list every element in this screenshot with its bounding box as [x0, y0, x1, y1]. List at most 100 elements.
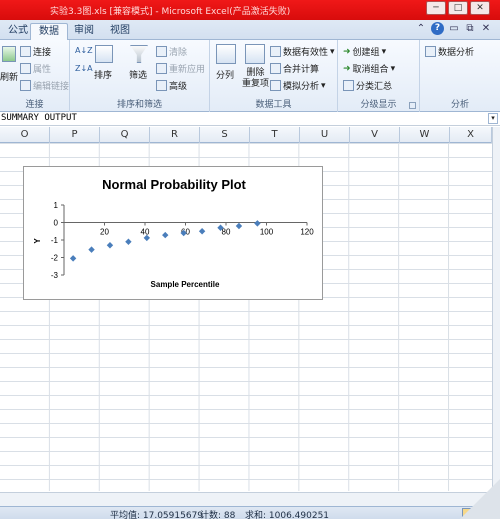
data-point: [235, 222, 243, 230]
data-point: [162, 231, 169, 239]
column-header-o[interactable]: O: [0, 127, 50, 143]
column-header-q[interactable]: Q: [100, 127, 150, 143]
group-sort-filter: A↓Z Z↓A 排序 筛选 清除 重新应用 高级 排序和筛选: [70, 40, 210, 112]
sort-za-button[interactable]: Z↓A: [75, 64, 93, 73]
data-point: [106, 242, 114, 249]
group-label-analysis: 分析: [450, 100, 469, 110]
text-to-columns-icon: [216, 44, 236, 64]
chart-points: [69, 220, 261, 262]
connections-button[interactable]: 连接: [20, 45, 51, 58]
data-validation-icon: [270, 46, 281, 57]
group-connections: 刷新 连接 属性 编辑链接 连接: [0, 40, 70, 112]
sort-button[interactable]: 排序: [94, 68, 112, 81]
y-tick-label: -3: [51, 271, 59, 280]
edit-links-button[interactable]: 编辑链接: [20, 79, 69, 92]
status-bar: 平均值: 17.05915679 计数: 88 求和: 1006.490251: [0, 506, 500, 521]
group-analysis: 数据分析 分析: [420, 40, 500, 112]
formula-bar-content[interactable]: SUMMARY OUTPUT: [1, 113, 77, 123]
column-header-s[interactable]: S: [200, 127, 250, 143]
x-tick-label: 120: [300, 228, 314, 237]
expand-formula-bar-icon[interactable]: ▾: [488, 113, 498, 124]
window-controls: ─ □ ✕: [426, 1, 490, 15]
column-header-w[interactable]: W: [400, 127, 450, 143]
subtotal-button[interactable]: 分类汇总: [343, 79, 392, 92]
group-button[interactable]: ➜ 创建组 ▾: [343, 45, 386, 59]
ribbon-tab-icons: ⌃ ? ▭ ⧉ ✕: [415, 22, 492, 35]
x-tick-label: 20: [100, 228, 109, 237]
workbook-minimize-icon[interactable]: ▭: [448, 23, 460, 35]
y-axis-label: Y: [33, 238, 42, 244]
x-tick-label: 80: [222, 228, 231, 237]
ungroup-button[interactable]: ➜ 取消组合 ▾: [343, 62, 396, 76]
refresh-icon: [2, 46, 16, 62]
chart-title: Normal Probability Plot: [102, 177, 246, 192]
formula-bar[interactable]: SUMMARY OUTPUT ▾: [0, 112, 500, 126]
status-sum: 求和: 1006.490251: [245, 511, 330, 521]
group-label-sort-filter: 排序和筛选: [116, 100, 162, 110]
dropdown-arrow-icon: ▾: [330, 46, 335, 57]
tab-review[interactable]: 审阅: [66, 23, 102, 40]
advanced-filter-icon: [156, 80, 167, 91]
status-average: 平均值: 17.05915679: [110, 511, 204, 521]
maximize-button[interactable]: □: [448, 1, 468, 15]
column-header-u[interactable]: U: [300, 127, 350, 143]
workbook-close-icon[interactable]: ✕: [480, 23, 492, 35]
x-tick-label: 40: [141, 228, 150, 237]
data-point: [198, 228, 206, 235]
remove-duplicates-button[interactable]: 删除 重复项: [242, 68, 269, 90]
data-analysis-button[interactable]: 数据分析: [425, 45, 474, 58]
advanced-button[interactable]: 高级: [156, 79, 187, 92]
reapply-button[interactable]: 重新应用: [156, 62, 205, 75]
group-label-data-tools: 数据工具: [255, 100, 292, 110]
x-tick-label: 100: [260, 228, 274, 237]
data-analysis-icon: [425, 46, 436, 57]
filter-icon: [130, 45, 148, 63]
refresh-all-button[interactable]: 刷新: [0, 70, 18, 83]
y-tick-label: -1: [51, 236, 59, 245]
properties-button[interactable]: 属性: [20, 62, 51, 75]
window-title: 实验3.3图.xls [兼容模式] - Microsoft Excel(产品激活…: [50, 7, 291, 17]
consolidate-button[interactable]: 合并计算: [270, 62, 319, 75]
help-icon[interactable]: ?: [431, 22, 444, 35]
group-label-outline: 分级显示: [360, 100, 397, 110]
vertical-scrollbar[interactable]: [492, 127, 500, 497]
data-point: [88, 246, 95, 253]
page-curl-decoration: [460, 479, 500, 519]
minimize-button[interactable]: ─: [426, 1, 446, 15]
text-to-columns-button[interactable]: 分列: [216, 68, 234, 81]
column-header-v[interactable]: V: [350, 127, 400, 143]
horizontal-scrollbar[interactable]: [0, 492, 500, 506]
connections-icon: [20, 46, 31, 57]
properties-icon: [20, 63, 31, 74]
tab-view[interactable]: 视图: [102, 23, 138, 40]
sort-icon: [95, 45, 113, 63]
column-header-p[interactable]: P: [50, 127, 100, 143]
normal-probability-chart[interactable]: Normal Probability Plot Sample Percentil…: [23, 166, 323, 300]
column-headers: O P Q R S T U V W X: [0, 127, 500, 143]
dropdown-arrow-icon: ▾: [390, 63, 396, 74]
column-header-x[interactable]: X: [450, 127, 492, 143]
tab-data[interactable]: 数据: [30, 23, 68, 40]
data-validation-button[interactable]: 数据有效性 ▾: [270, 45, 335, 58]
ungroup-arrow-icon: ➜: [343, 63, 351, 74]
clear-button[interactable]: 清除: [156, 45, 187, 58]
ribbon-minimize-icon[interactable]: ⌃: [415, 23, 427, 35]
group-arrow-icon: ➜: [343, 46, 351, 57]
workbook-restore-icon[interactable]: ⧉: [464, 23, 476, 35]
data-point: [254, 220, 261, 227]
column-header-r[interactable]: R: [150, 127, 200, 143]
consolidate-icon: [270, 63, 281, 74]
sort-az-button[interactable]: A↓Z: [75, 46, 93, 55]
filter-button[interactable]: 筛选: [129, 68, 147, 81]
edit-links-icon: [20, 80, 31, 91]
what-if-icon: [270, 80, 281, 91]
column-header-t[interactable]: T: [250, 127, 300, 143]
group-outline: ➜ 创建组 ▾ ➜ 取消组合 ▾ 分类汇总 分级显示: [338, 40, 420, 112]
title-bar: 实验3.3图.xls [兼容模式] - Microsoft Excel(产品激活…: [0, 0, 500, 20]
remove-duplicates-icon: [245, 44, 265, 64]
y-tick-label: 1: [54, 201, 59, 210]
chart-svg: Normal Probability Plot Sample Percentil…: [33, 177, 314, 289]
what-if-analysis-button[interactable]: 模拟分析 ▾: [270, 79, 326, 92]
status-count: 计数: 88: [200, 511, 236, 521]
close-button[interactable]: ✕: [470, 1, 490, 15]
